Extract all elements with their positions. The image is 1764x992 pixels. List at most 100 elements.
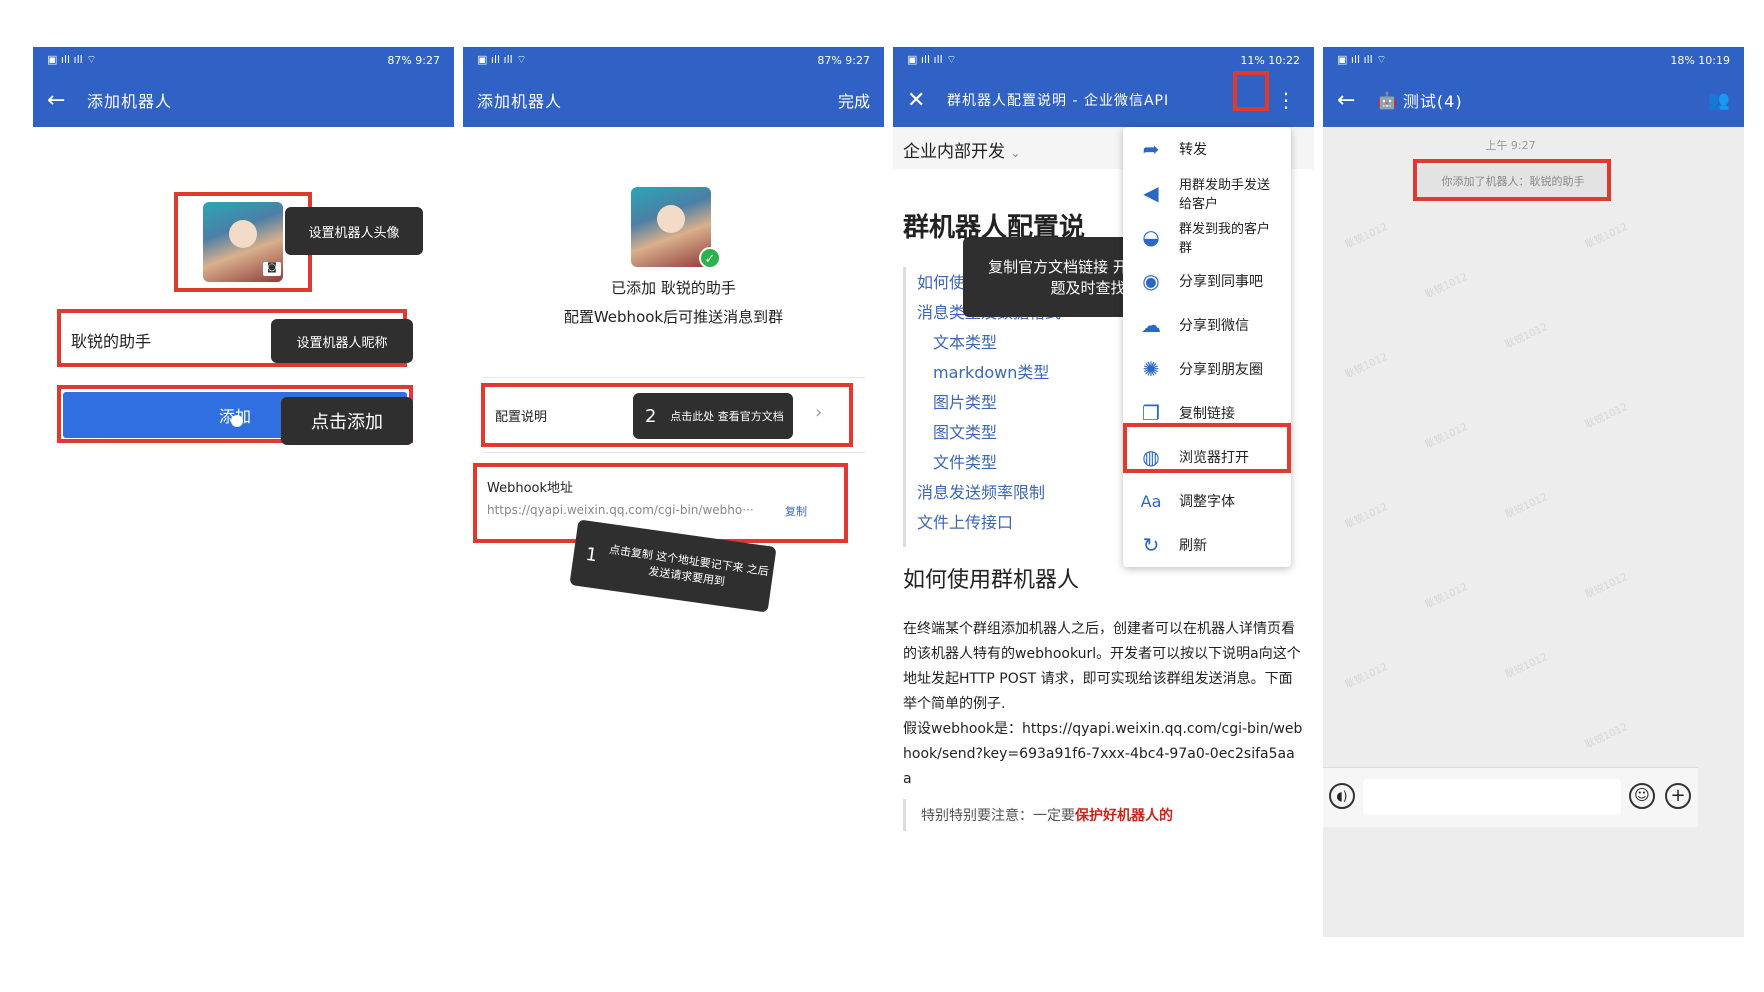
more-menu-icon[interactable]: ⋮: [1276, 88, 1300, 112]
app-bar: ← 🤖 测试(4) 👥: [1323, 73, 1744, 127]
divider: [483, 452, 865, 453]
menu-item-refresh[interactable]: ↻ 刷新: [1123, 523, 1291, 567]
back-arrow-icon[interactable]: ←: [47, 88, 87, 113]
panel-robot-docs: ▣ ıll ıll ⌔ 11% 10:22 ✕ 群机器人配置说明 - 企业微信A…: [893, 47, 1314, 937]
megaphone-icon: ◀: [1143, 181, 1159, 205]
toc-link[interactable]: 文件上传接口: [917, 509, 1013, 533]
toc-line: [903, 267, 906, 547]
wechat-icon: ☁: [1141, 313, 1161, 337]
status-right: 11% 10:22: [1240, 53, 1300, 67]
panel-add-robot: ▣ ıll ıll ⌔ 87% 9:27 ← 添加机器人 ◙ 设置机器人头像 耿…: [33, 47, 454, 937]
note-prefix: 特别特别要注意：一定要: [921, 808, 1075, 824]
status-right: 87% 9:27: [387, 53, 440, 67]
status-right: 87% 9:27: [817, 53, 870, 67]
page-title: 添加机器人: [87, 92, 173, 111]
voice-icon[interactable]: ◖): [1329, 783, 1355, 809]
doc-section-dropdown[interactable]: 企业内部开发 ⌄: [903, 137, 1020, 162]
menu-label: 分享到同事吧: [1179, 274, 1263, 290]
chat-text-input[interactable]: [1363, 779, 1621, 815]
colleague-icon: ◉: [1142, 269, 1160, 293]
panel-group-chat: ▣ ıll ıll ⌔ 18% 10:19 ← 🤖 测试(4) 👥 耿锐1012…: [1323, 47, 1744, 937]
watermark: 耿锐1012: [1503, 491, 1550, 521]
menu-label: 复制链接: [1179, 406, 1235, 422]
status-left-icons: ▣ ıll ıll ⌔: [1337, 53, 1387, 66]
check-icon: ✓: [699, 247, 721, 269]
watermark: 耿锐1012: [1583, 721, 1630, 751]
highlight-system-message: [1413, 159, 1611, 201]
menu-item-font-size[interactable]: Aa 调整字体: [1123, 479, 1291, 523]
tip-add: 点击添加: [281, 397, 413, 445]
close-icon[interactable]: ✕: [907, 88, 947, 113]
menu-label: 群发到我的客户群: [1179, 222, 1271, 256]
watermark: 耿锐1012: [1583, 401, 1630, 431]
chevron-down-icon: ⌄: [1010, 146, 1021, 160]
tap-dot: [231, 415, 243, 427]
toc-link[interactable]: 文件类型: [933, 449, 997, 473]
watermark: 耿锐1012: [1343, 661, 1390, 691]
forward-icon: ➦: [1142, 137, 1160, 161]
toc-link[interactable]: 文本类型: [933, 329, 997, 353]
note-emphasis: 保护好机器人的: [1075, 808, 1173, 824]
app-bar: ← 添加机器人: [33, 73, 454, 127]
status-left-icons: ▣ ıll ıll ⌔: [907, 53, 957, 66]
highlight-more: [1233, 71, 1269, 111]
emoji-icon[interactable]: ☺: [1629, 783, 1655, 809]
share-menu: ➦ 转发 ◀ 用群发助手发送给客户 ◒ 群发到我的客户群 ◉ 分享到同事吧 ☁ 分享到微信…: [1123, 127, 1291, 567]
watermark: 耿锐1012: [1503, 321, 1550, 351]
doc-section-label: 企业内部开发: [903, 142, 1005, 162]
group-icon: ◒: [1142, 225, 1160, 249]
status-bar: ▣ ıll ıll ⌔ 87% 9:27: [33, 47, 454, 73]
highlight-copy-link: [1123, 423, 1291, 473]
menu-label: 用群发助手发送给客户: [1179, 178, 1271, 212]
tip-config: 2 点击此处 查看官方文档: [633, 393, 793, 439]
toc-link[interactable]: 消息发送频率限制: [917, 479, 1045, 503]
menu-item-share-moments[interactable]: ✺ 分享到朋友圈: [1123, 347, 1291, 391]
watermark: 耿锐1012: [1423, 421, 1470, 451]
tip-text: 点击此处 查看官方文档: [670, 410, 784, 423]
menu-label: 分享到微信: [1179, 318, 1249, 334]
status-left-icons: ▣ ıll ıll ⌔: [47, 53, 97, 66]
refresh-icon: ↻: [1142, 533, 1160, 557]
doc-paragraph-example: 假设webhook是：https://qyapi.weixin.qq.com/c…: [903, 721, 1303, 787]
doc-note: 特别特别要注意：一定要保护好机器人的: [921, 805, 1173, 825]
panel-robot-added: ▣ ıll ıll ⌔ 87% 9:27 添加机器人 完成 ✓ 已添加 耿锐的助…: [463, 47, 884, 937]
watermark: 耿锐1012: [1343, 501, 1390, 531]
tip-avatar: 设置机器人头像: [285, 207, 423, 255]
page-title: 添加机器人: [477, 92, 563, 111]
robot-icon: 🤖: [1377, 90, 1397, 110]
watermark: 耿锐1012: [1343, 221, 1390, 251]
doc-h2: 如何使用群机器人: [903, 568, 1080, 593]
font-icon: Aa: [1140, 491, 1162, 511]
watermark: 耿锐1012: [1343, 351, 1390, 381]
toc-link[interactable]: 图片类型: [933, 389, 997, 413]
added-text: 已添加 耿锐的助手: [611, 279, 736, 297]
tip-number: 2: [645, 405, 657, 427]
menu-item-customer-group[interactable]: ◒ 群发到我的客户群: [1123, 215, 1291, 259]
status-bar: ▣ ıll ıll ⌔ 11% 10:22: [893, 47, 1314, 73]
watermark: 耿锐1012: [1583, 221, 1630, 251]
watermark: 耿锐1012: [1503, 651, 1550, 681]
status-bar: ▣ ıll ıll ⌔ 87% 9:27: [463, 47, 884, 73]
back-arrow-icon[interactable]: ←: [1337, 88, 1377, 113]
tip-name: 设置机器人昵称: [271, 319, 413, 363]
menu-item-share-colleague[interactable]: ◉ 分享到同事吧: [1123, 259, 1291, 303]
done-button[interactable]: 完成: [838, 88, 870, 112]
webhook-hint: 配置Webhook后可推送消息到群: [563, 308, 784, 326]
toc-link[interactable]: markdown类型: [933, 359, 1049, 383]
status-right: 18% 10:19: [1670, 53, 1730, 67]
doc-paragraph: 在终端某个群组添加机器人之后，创建者可以在机器人详情页看的该机器人特有的webh…: [903, 621, 1301, 712]
menu-item-share-wechat[interactable]: ☁ 分享到微信: [1123, 303, 1291, 347]
menu-item-mass-send[interactable]: ◀ 用群发助手发送给客户: [1123, 171, 1291, 215]
status-bar: ▣ ıll ıll ⌔ 18% 10:19: [1323, 47, 1744, 73]
menu-item-forward[interactable]: ➦ 转发: [1123, 127, 1291, 171]
moments-icon: ✺: [1142, 357, 1160, 381]
page-title: 群机器人配置说明 - 企业微信API: [947, 93, 1170, 109]
menu-label: 调整字体: [1179, 494, 1235, 510]
watermark: 耿锐1012: [1423, 271, 1470, 301]
note-bar: [903, 799, 906, 831]
plus-icon[interactable]: +: [1665, 783, 1691, 809]
watermark: 耿锐1012: [1423, 581, 1470, 611]
toc-link[interactable]: 图文类型: [933, 419, 997, 443]
group-members-icon[interactable]: 👥: [1708, 90, 1730, 111]
menu-label: 分享到朋友圈: [1179, 362, 1263, 378]
